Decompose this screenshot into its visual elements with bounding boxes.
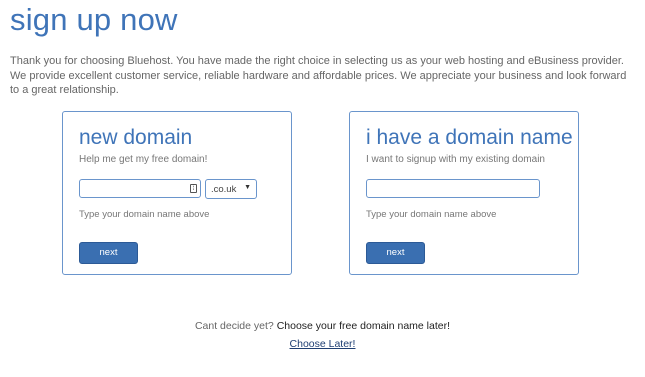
existing-domain-heading: i have a domain name [366, 126, 573, 149]
existing-domain-next-button[interactable]: next [366, 242, 425, 264]
existing-domain-hint: Type your domain name above [366, 209, 497, 220]
choose-later-link[interactable]: Choose Later! [290, 338, 356, 350]
decide-later-question: Cant decide yet? [194, 320, 274, 332]
intro-text: Thank you for choosing Bluehost. You hav… [10, 55, 627, 96]
new-domain-next-button[interactable]: next [79, 242, 138, 264]
new-domain-heading: new domain [79, 126, 193, 149]
page-title: sign up now [10, 2, 178, 37]
password-key-icon: ⁞ [190, 184, 197, 193]
decide-later-bold: Choose your free domain name later! [276, 320, 451, 332]
new-domain-subtitle: Help me get my free domain! [79, 154, 208, 165]
chevron-down-icon: ▼ [244, 184, 251, 191]
tld-select[interactable]: .co.uk ▼ [205, 179, 257, 199]
existing-domain-subtitle: I want to signup with my existing domain [366, 154, 545, 165]
choose-later-container: Choose Later! [0, 338, 645, 350]
new-domain-panel: new domain Help me get my free domain! ⁞… [62, 111, 292, 275]
existing-domain-panel: i have a domain name I want to signup wi… [349, 111, 579, 275]
tld-selected-value: .co.uk [211, 184, 237, 195]
new-domain-hint: Type your domain name above [79, 209, 210, 220]
existing-domain-input[interactable] [366, 179, 540, 198]
new-domain-input[interactable] [79, 179, 201, 198]
decide-later-text: Cant decide yet? Choose your free domain… [0, 320, 645, 332]
